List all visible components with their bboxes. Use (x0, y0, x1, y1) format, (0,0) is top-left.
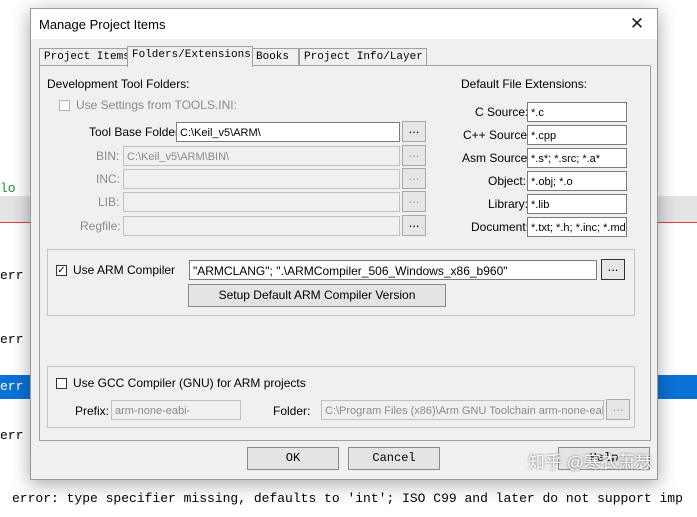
tab-project-info-layer[interactable]: Project Info/Layer (299, 48, 427, 66)
cpp-source-field[interactable]: *.cpp (527, 125, 627, 145)
document-label: Document: (471, 220, 530, 234)
editor-line-4: err (0, 428, 24, 443)
inc-label: INC: (96, 172, 120, 186)
regfile-label: Regfile: (80, 219, 121, 233)
editor-line-3: err (0, 379, 24, 394)
tool-base-label: Tool Base Folder: (89, 125, 183, 139)
gcc-folder-browse-button[interactable]: ... (606, 399, 630, 420)
editor-fragment: lo (0, 181, 16, 196)
lib-field[interactable] (123, 192, 400, 212)
use-gcc-compiler-label: Use GCC Compiler (GNU) for ARM projects (73, 376, 306, 390)
object-label: Object: (488, 174, 527, 188)
asm-source-field[interactable]: *.s*; *.src; *.a* (527, 148, 627, 168)
gcc-prefix-field[interactable]: arm-none-eabi- (111, 400, 241, 420)
bin-label: BIN: (96, 149, 120, 163)
gcc-folder-label: Folder: (273, 404, 311, 418)
use-arm-compiler-checkbox[interactable]: ✓ (56, 265, 67, 276)
library-label: Library: (488, 197, 529, 211)
cpp-source-label: C++ Source: (463, 128, 531, 142)
extensions-heading: Default File Extensions: (461, 77, 588, 91)
c-source-label: C Source: (475, 105, 529, 119)
bin-browse-button[interactable]: ... (402, 145, 426, 166)
c-source-field[interactable]: *.c (527, 102, 627, 122)
dev-tools-heading: Development Tool Folders: (47, 77, 190, 91)
watermark-text: 知乎 @寒衣萧瑟 (528, 453, 652, 472)
tab-project-items[interactable]: Project Items (39, 48, 131, 66)
library-field[interactable]: *.lib (527, 194, 627, 214)
document-field[interactable]: *.txt; *.h; *.inc; *.md (527, 217, 627, 237)
ok-button[interactable]: OK (247, 447, 339, 470)
gcc-folder-field[interactable]: C:\Program Files (x86)\Arm GNU Toolchain… (321, 400, 604, 420)
manage-project-items-dialog: Manage Project Items ✕ Project Items Fol… (30, 8, 658, 480)
arm-compiler-field[interactable]: "ARMCLANG"; ".\ARMCompiler_506_Windows_x… (189, 260, 597, 280)
editor-line-2: err (0, 332, 24, 347)
setup-arm-compiler-button[interactable]: Setup Default ARM Compiler Version (188, 284, 446, 307)
bin-field[interactable]: C:\Keil_v5\ARM\BIN\ (123, 146, 400, 166)
tool-base-field[interactable]: C:\Keil_v5\ARM\ (176, 122, 400, 142)
use-arm-compiler-label: Use ARM Compiler (73, 263, 176, 277)
lib-label: LIB: (98, 195, 120, 209)
arm-compiler-browse-button[interactable]: ... (601, 259, 625, 280)
lib-browse-button[interactable]: ... (402, 191, 426, 212)
tab-books[interactable]: Books (251, 48, 299, 66)
inc-field[interactable] (123, 169, 400, 189)
dialog-titlebar[interactable]: Manage Project Items ✕ (31, 9, 657, 39)
close-icon[interactable]: ✕ (623, 13, 651, 35)
tab-folders-extensions[interactable]: Folders/Extensions (127, 46, 253, 67)
dialog-title: Manage Project Items (39, 17, 166, 32)
asm-source-label: Asm Source: (462, 151, 531, 165)
inc-browse-button[interactable]: ... (402, 168, 426, 189)
object-field[interactable]: *.obj; *.o (527, 171, 627, 191)
use-settings-checkbox[interactable] (59, 100, 70, 111)
regfile-browse-button[interactable]: ... (402, 215, 426, 236)
gcc-prefix-label: Prefix: (75, 404, 110, 418)
tool-base-browse-button[interactable]: ... (402, 121, 426, 142)
use-gcc-compiler-checkbox[interactable] (56, 378, 67, 389)
editor-line-1: err (0, 268, 24, 283)
use-settings-label: Use Settings from TOOLS.INI: (76, 98, 237, 112)
cancel-button[interactable]: Cancel (348, 447, 440, 470)
editor-error-line: error: type specifier missing, defaults … (12, 491, 683, 506)
regfile-field[interactable] (123, 216, 400, 236)
